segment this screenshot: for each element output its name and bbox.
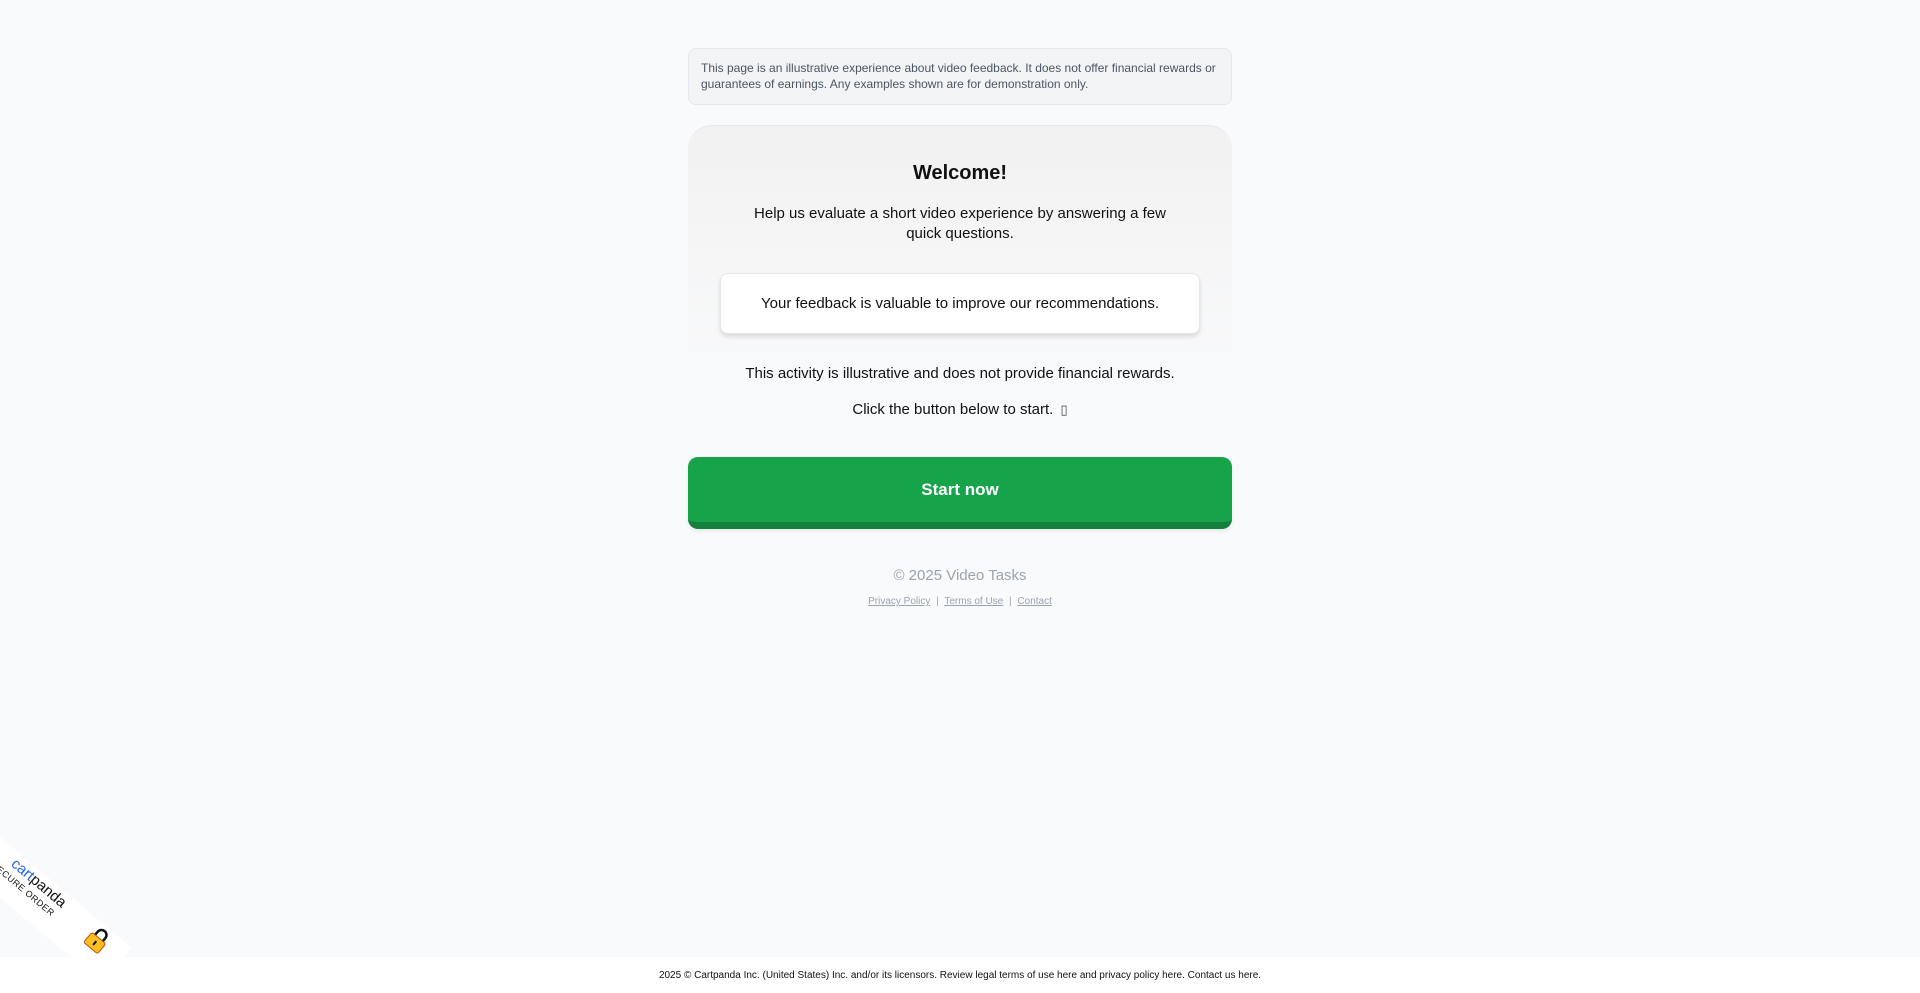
feedback-notice: Your feedback is valuable to improve our…: [720, 273, 1200, 334]
copyright-text: © 2025 Video Tasks: [893, 567, 1027, 584]
illustrative-note: This activity is illustrative and does n…: [745, 365, 1175, 382]
content-column: This page is an illustrative experience …: [688, 48, 1232, 607]
footer-links: Privacy Policy | Terms of Use | Contact: [688, 596, 1232, 607]
welcome-title: Welcome!: [912, 162, 1008, 184]
cartpanda-footer: 2025 © Cartpanda Inc. (United States) In…: [0, 957, 1920, 993]
feedback-notice-text: Your feedback is valuable to improve our…: [761, 295, 1159, 312]
disclaimer-text: This page is an illustrative experience …: [701, 61, 1216, 91]
welcome-subtitle: Help us evaluate a short video experienc…: [754, 205, 1166, 242]
page: This page is an illustrative experience …: [0, 0, 1920, 993]
secure-order-badge[interactable]: cartpanda SECURE ORDER: [0, 818, 132, 983]
start-instruction-text: Click the button below to start.: [852, 401, 1054, 418]
link-separator: |: [1009, 596, 1012, 607]
footer-legal-text: 2025 © Cartpanda Inc. (United States) In…: [658, 969, 1262, 981]
start-now-button[interactable]: Start now: [688, 457, 1232, 529]
link-separator: |: [936, 596, 939, 607]
welcome-card: Welcome! Help us evaluate a short video …: [688, 125, 1232, 435]
start-now-label: Start now: [921, 479, 999, 499]
pointer-glyph-icon: ▯: [1060, 402, 1068, 417]
terms-of-use-link[interactable]: Terms of Use: [944, 596, 1003, 607]
start-instruction: Click the button below to start. ▯: [688, 400, 1232, 420]
contact-link[interactable]: Contact: [1017, 596, 1051, 607]
disclaimer-banner: This page is an illustrative experience …: [688, 48, 1232, 105]
privacy-policy-link[interactable]: Privacy Policy: [868, 596, 930, 607]
